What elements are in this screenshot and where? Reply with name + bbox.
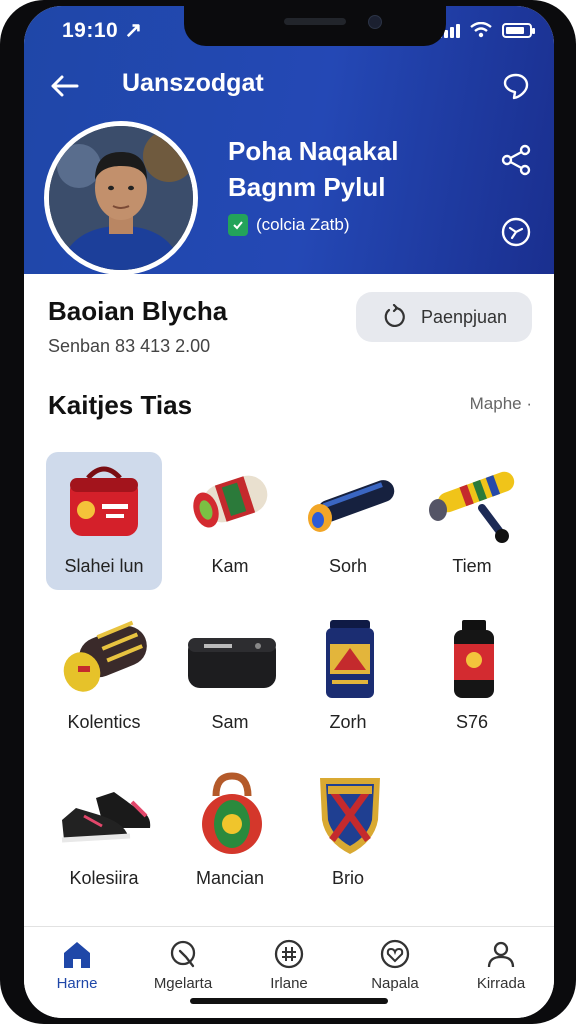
grid-circle-icon <box>274 939 304 969</box>
back-button[interactable] <box>44 66 84 106</box>
battery-icon <box>502 22 535 38</box>
profile-header: 19:10 ↗ Uanszodgat Poha Naqakal Bagnm Py… <box>24 6 554 275</box>
tag-icon <box>503 73 529 100</box>
grid-title: Kaitjes Tias <box>48 390 193 420</box>
see-more-link[interactable]: Maphe · <box>470 394 532 414</box>
section-title: Baoian Blycha <box>48 296 228 326</box>
home-indicator <box>190 998 388 1004</box>
tab-label: Kirrada <box>476 975 526 992</box>
tab-label: Napala <box>371 975 419 992</box>
screen: 19:10 ↗ Uanszodgat Poha Naqakal Bagnm Py… <box>24 6 554 1018</box>
share-button[interactable] <box>496 140 536 180</box>
training-bar-icon <box>308 480 395 532</box>
grid-item-label: Sorh <box>328 556 368 576</box>
share-icon <box>501 144 531 176</box>
grid-item-can[interactable]: Zorh <box>290 608 406 746</box>
chat-search-icon <box>170 940 196 968</box>
foam-roller-icon <box>193 475 268 528</box>
tab-lanes[interactable]: Irlane <box>236 937 342 997</box>
sport-bag-icon <box>70 466 138 536</box>
grid-item-label: Zorh <box>329 712 367 732</box>
grid-item-tube[interactable]: Tiem <box>414 452 530 590</box>
status-time: 19:10 ↗ <box>62 19 143 42</box>
grid-item-label: S76 <box>455 712 489 732</box>
kettlebell-icon <box>202 772 262 854</box>
bottle-icon <box>454 620 494 698</box>
grid-item-bag[interactable]: Slahei lun <box>46 452 162 590</box>
supplement-can-icon <box>326 620 374 698</box>
grid-item-kettlebell[interactable]: Mancian <box>172 764 288 902</box>
tab-favorites[interactable]: Napala <box>342 937 448 997</box>
refresh-icon <box>384 304 405 328</box>
grid-item-roll[interactable]: Kam <box>172 452 288 590</box>
tab-home[interactable]: Harne <box>24 937 130 997</box>
grid-item-label: Tiem <box>452 556 492 576</box>
tag-button[interactable] <box>496 66 536 106</box>
notch <box>184 6 446 46</box>
verified-badge: (colcia Zatb) <box>228 214 350 236</box>
grid-item-grip[interactable]: Kolentics <box>46 608 162 746</box>
grid-item-bar[interactable]: Sorh <box>290 452 406 590</box>
tab-label: Mgelarta <box>153 975 213 992</box>
sneakers-icon <box>61 792 151 843</box>
grid-item-pouch[interactable]: Sam <box>172 608 288 746</box>
tab-profile[interactable]: Kirrada <box>448 937 554 997</box>
pouch-bag-icon <box>188 638 276 688</box>
wifi-icon <box>470 22 492 38</box>
resistance-tube-icon <box>429 471 515 543</box>
grid-item-label: Kam <box>211 556 249 576</box>
page-title: Uanszodgat <box>122 69 264 97</box>
refresh-label: Paenpjuan <box>420 306 508 327</box>
grid-item-shoes[interactable]: Kolesiira <box>46 764 162 902</box>
grid-item-label: Mancian <box>195 868 265 888</box>
bottom-tab-bar: Harne Mgelarta Irlane Napala Kirrada <box>24 926 554 1018</box>
section-subtitle: Senban 83 413 2.00 <box>48 336 211 356</box>
grid-item-bottle[interactable]: S76 <box>414 608 530 746</box>
profile-name: Poha Naqakal <box>228 136 399 166</box>
tab-label: Harne <box>56 975 98 992</box>
history-button[interactable] <box>496 212 536 252</box>
shield-check-icon <box>228 214 248 236</box>
tab-messages[interactable]: Mgelarta <box>130 937 236 997</box>
arrow-left-icon <box>51 75 79 97</box>
heart-icon <box>380 939 410 969</box>
club-crest-icon <box>320 778 380 854</box>
grid-item-crest[interactable]: Brio <box>290 764 406 902</box>
verified-label: (colcia Zatb) <box>256 215 350 234</box>
grid-item-label: Kolentics <box>67 712 141 732</box>
grid-item-label: Slahei lun <box>64 556 144 576</box>
profile-name-secondary: Bagnm Pylul <box>228 172 386 202</box>
grid-item-label: Sam <box>211 712 249 732</box>
clock-icon <box>501 217 531 247</box>
grid-item-label: Kolesiira <box>69 868 139 888</box>
hand-grip-icon <box>63 620 147 692</box>
phone-frame: 19:10 ↗ Uanszodgat Poha Naqakal Bagnm Py… <box>0 0 576 1024</box>
tab-label: Irlane <box>270 975 308 992</box>
home-icon <box>64 942 90 968</box>
grid-item-label: Brio <box>331 868 364 888</box>
refresh-button[interactable]: Paenpjuan <box>356 292 532 342</box>
avatar <box>44 121 198 275</box>
user-icon <box>487 941 515 968</box>
